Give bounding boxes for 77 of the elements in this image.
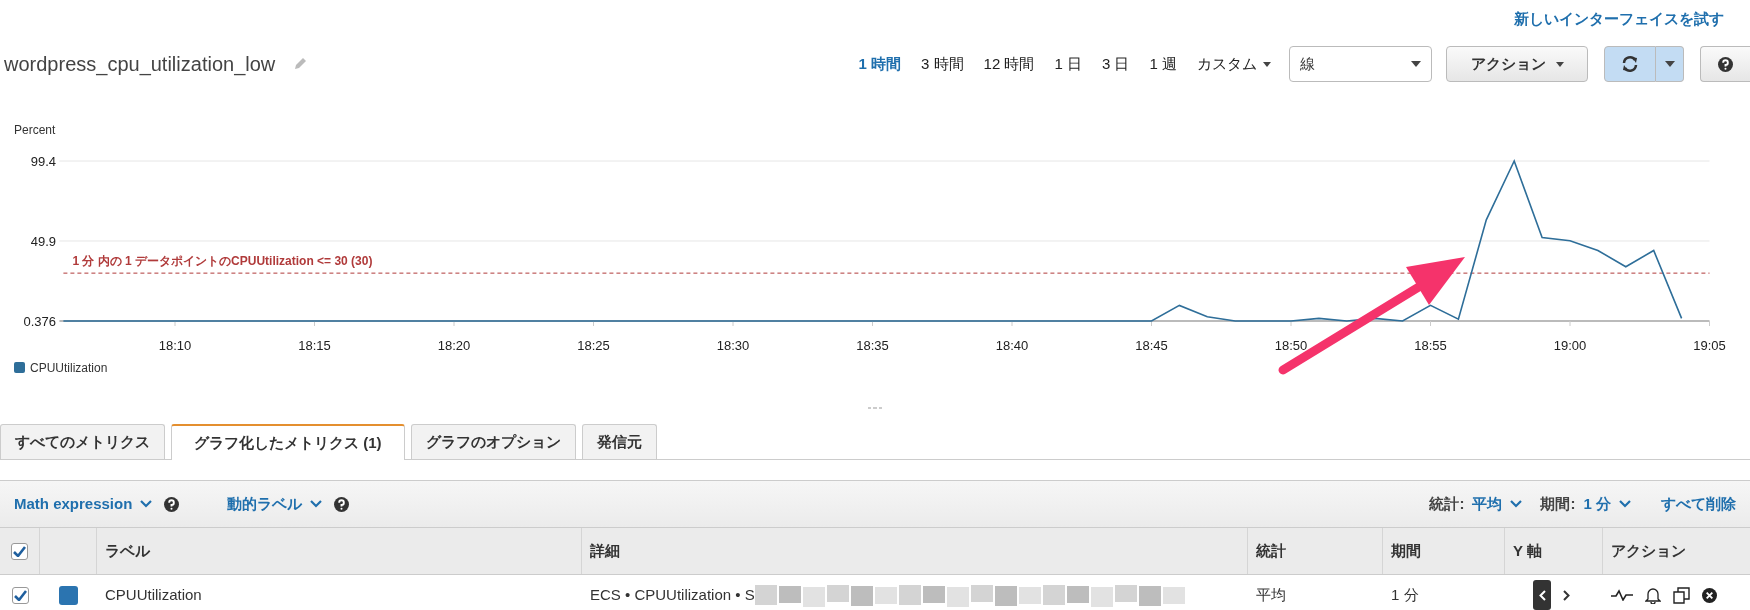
close-icon[interactable] (1702, 587, 1717, 603)
time-range-button[interactable]: 3 日 (1101, 52, 1130, 76)
x-tick-label: 19:05 (1693, 338, 1726, 353)
tab[interactable]: 発信元 (581, 424, 657, 459)
checkbox[interactable] (11, 542, 28, 560)
chevron-icon (310, 500, 323, 508)
chevron-icon (1538, 589, 1546, 601)
y-axis-label: Percent (14, 123, 56, 137)
line-graph-icon[interactable] (1611, 589, 1633, 601)
legend-swatch (14, 362, 25, 373)
x-tick-label: 18:45 (1135, 338, 1168, 353)
menu-dropdown[interactable]: 動的ラベル (227, 492, 323, 516)
x-tick-label: 19:00 (1553, 338, 1587, 353)
column-header[interactable]: Y 軸 (1513, 539, 1542, 563)
chart-type-select[interactable]: 線 (1289, 46, 1432, 82)
statistic-label: 統計: (1429, 493, 1465, 514)
chevron-icon (1619, 500, 1631, 508)
period-label: 期間: (1540, 493, 1576, 514)
y-tick-label: 0.376 (23, 314, 56, 329)
legend-label[interactable]: CPUUtilization (30, 361, 108, 375)
color-swatch[interactable] (59, 585, 78, 605)
x-tick-label: 18:10 (158, 338, 192, 353)
help-icon (1718, 56, 1733, 72)
help-button[interactable] (1700, 46, 1750, 82)
column-header[interactable]: ラベル (105, 539, 150, 563)
remove-all-link[interactable]: すべて削除 (1661, 492, 1736, 516)
copy-icon[interactable] (1673, 586, 1690, 604)
table-cell: CPUUtilization (105, 586, 202, 603)
table-cell-text: ECS • CPUUtilization • S (590, 584, 755, 605)
period-dropdown[interactable]: 1 分 (1583, 492, 1631, 516)
help-icon[interactable] (334, 496, 350, 512)
new-interface-link[interactable]: 新しいインターフェイスを試す (1514, 7, 1724, 30)
caret-icon (1411, 61, 1421, 67)
time-range-button[interactable]: 1 時間 (858, 52, 902, 76)
resize-handle-icon[interactable] (868, 407, 882, 409)
caret-icon (1664, 61, 1675, 67)
column-header[interactable]: 期間 (1391, 539, 1421, 563)
time-range-button[interactable]: 1 週 (1149, 52, 1177, 76)
time-range-dropdown[interactable]: カスタム (1197, 52, 1271, 76)
tab[interactable]: グラフのオプション (410, 424, 576, 459)
left-axis-button[interactable] (1533, 580, 1551, 610)
chevron-icon (1510, 500, 1523, 508)
help-icon[interactable] (164, 496, 180, 512)
column-header[interactable]: アクション (1611, 539, 1686, 563)
threshold-label: 1 分 内の 1 データポイントのCPUUtilization <= 30 (30) (72, 254, 373, 269)
refresh-menu-button[interactable] (1656, 46, 1684, 82)
caret-icon (1555, 61, 1564, 67)
tab[interactable]: すべてのメトリクス (0, 424, 165, 459)
x-tick-label: 18:20 (437, 338, 471, 353)
x-tick-label: 18:35 (856, 338, 889, 353)
table-cell: 平均 (1256, 586, 1286, 603)
x-tick-label: 18:25 (577, 338, 610, 353)
x-tick-label: 18:50 (1274, 338, 1308, 353)
time-range-button[interactable]: 3 時間 (921, 52, 964, 76)
bell-icon[interactable] (1645, 586, 1661, 604)
x-tick-label: 18:55 (1414, 338, 1447, 353)
refresh-icon (1621, 55, 1639, 73)
tab[interactable]: グラフ化したメトリクス (1) (171, 424, 405, 460)
statistic-dropdown[interactable]: 平均 (1472, 492, 1523, 516)
chevron-icon (140, 500, 153, 508)
x-tick-label: 18:15 (298, 338, 331, 353)
column-header[interactable]: 詳細 (590, 539, 620, 563)
x-tick-label: 18:40 (995, 338, 1029, 353)
refresh-button[interactable] (1604, 46, 1656, 82)
page-title: wordpress_cpu_utilization_low (3, 52, 276, 78)
caret-icon (1263, 61, 1271, 67)
time-range-button[interactable]: 1 日 (1054, 52, 1082, 76)
y-tick-label: 49.9 (30, 234, 56, 249)
x-tick-label: 18:30 (716, 338, 750, 353)
table-cell: 1 分 (1391, 586, 1419, 603)
time-range-button[interactable]: 12 時間 (983, 52, 1035, 76)
menu-dropdown[interactable]: Math expression (14, 492, 153, 516)
checkbox[interactable] (11, 586, 29, 604)
y-tick-label: 99.4 (30, 154, 56, 169)
actions-button[interactable]: アクション (1446, 46, 1588, 82)
chevron-icon (1562, 589, 1570, 601)
column-header[interactable]: 統計 (1256, 539, 1286, 563)
